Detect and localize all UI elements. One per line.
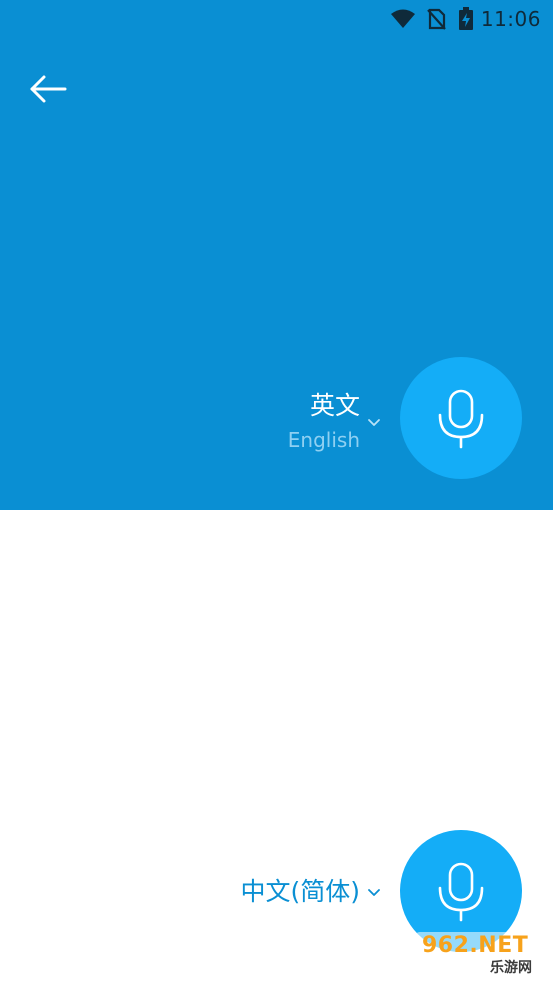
watermark: 962.NET 乐游网 xyxy=(414,932,547,978)
microphone-icon xyxy=(438,389,484,449)
microphone-icon xyxy=(438,862,484,922)
source-language-selector[interactable]: 英文 English xyxy=(288,390,360,454)
source-language-subtitle: English xyxy=(287,428,360,452)
status-bar: 11:06 xyxy=(0,0,553,38)
target-language-selector[interactable]: 中文(简体) xyxy=(240,876,360,908)
chevron-down-icon[interactable] xyxy=(367,888,381,898)
watermark-logo: 962.NET xyxy=(422,933,529,958)
watermark-text: 乐游网 xyxy=(490,960,532,976)
source-panel: 11:06 英文 English xyxy=(0,0,553,510)
no-sim-icon xyxy=(426,6,446,32)
battery-charging-icon xyxy=(457,6,475,32)
source-mic-button[interactable] xyxy=(400,357,522,479)
chevron-down-icon[interactable] xyxy=(367,418,381,428)
source-language-name: 英文 xyxy=(309,391,360,420)
wifi-icon xyxy=(390,6,416,32)
target-language-name: 中文(简体) xyxy=(240,877,360,906)
status-time: 11:06 xyxy=(480,7,541,31)
arrow-left-icon xyxy=(30,75,67,103)
back-button[interactable] xyxy=(26,70,70,110)
